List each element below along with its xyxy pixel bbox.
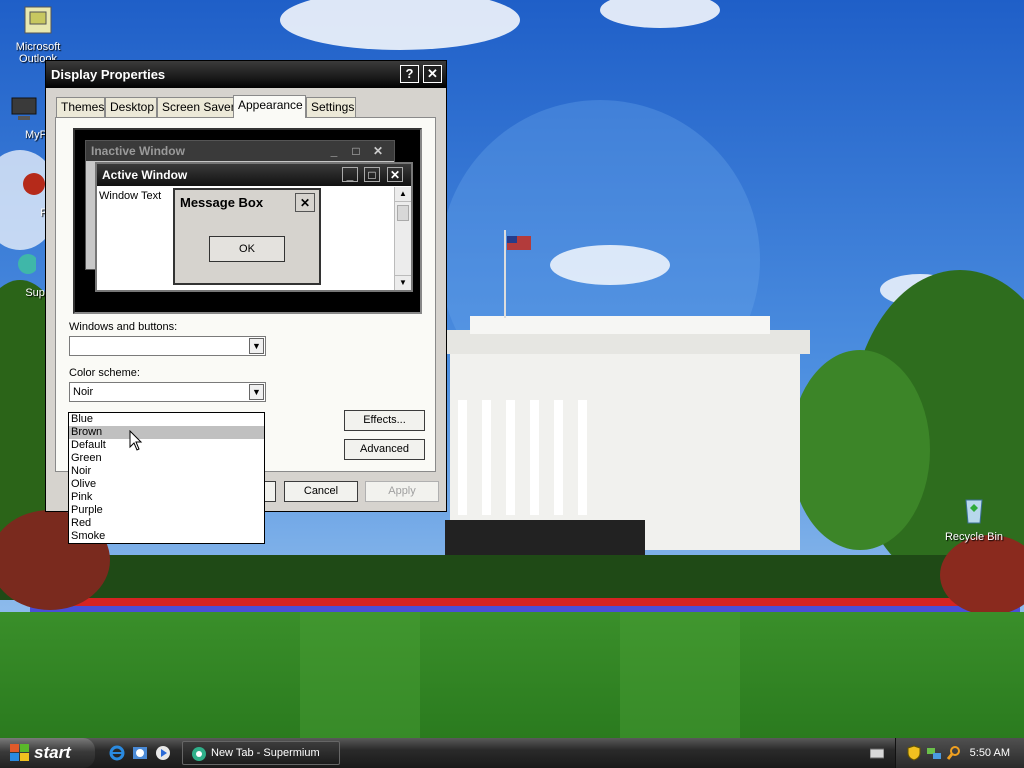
scroll-thumb bbox=[397, 205, 409, 221]
scroll-up-icon: ▲ bbox=[395, 187, 411, 202]
dropdown-option-green[interactable]: Green bbox=[69, 452, 264, 465]
window-title: Display Properties bbox=[51, 67, 166, 82]
desktop-icon-outlook[interactable]: Microsoft Outlook bbox=[0, 4, 76, 65]
keyboard-icon[interactable] bbox=[870, 747, 884, 759]
scroll-down-icon: ▼ bbox=[395, 275, 411, 290]
color-scheme-select[interactable]: Noir ▼ bbox=[69, 382, 266, 402]
preview-scrollbar: ▲ ▼ bbox=[394, 187, 411, 290]
preview-active-title: Active Window bbox=[102, 168, 188, 182]
maximize-icon: □ bbox=[364, 167, 380, 182]
preview-inactive-titlebar: Inactive Window _ □ ✕ bbox=[86, 141, 394, 161]
taskbar-button-label: New Tab - Supermium bbox=[211, 747, 320, 759]
outlook-icon bbox=[24, 6, 52, 34]
dropdown-option-default[interactable]: Default bbox=[69, 439, 264, 452]
tab-screen-saver[interactable]: Screen Saver bbox=[157, 97, 235, 117]
chevron-down-icon[interactable]: ▼ bbox=[249, 338, 264, 354]
help-button[interactable]: ? bbox=[400, 65, 419, 83]
preview-active-titlebar: Active Window _ □ ✕ bbox=[97, 164, 411, 186]
dropdown-option-purple[interactable]: Purple bbox=[69, 504, 264, 517]
search-icon[interactable] bbox=[946, 745, 962, 761]
windows-buttons-label: Windows and buttons: bbox=[69, 321, 178, 333]
media-player-icon[interactable] bbox=[155, 745, 171, 761]
close-icon: ✕ bbox=[372, 144, 384, 158]
color-scheme-label: Color scheme: bbox=[69, 367, 140, 379]
windows-buttons-select[interactable]: ▼ bbox=[69, 336, 266, 356]
preview-window-text: Window Text bbox=[99, 190, 162, 202]
taskbar-button-supermium[interactable]: New Tab - Supermium bbox=[182, 741, 340, 765]
close-icon: ✕ bbox=[295, 193, 315, 212]
close-button[interactable]: ✕ bbox=[423, 65, 442, 83]
dropdown-option-red[interactable]: Red bbox=[69, 517, 264, 530]
dropdown-option-noir[interactable]: Noir bbox=[69, 465, 264, 478]
windows-logo-icon bbox=[10, 744, 29, 761]
clock[interactable]: 5:50 AM bbox=[970, 738, 1010, 768]
effects-button[interactable]: Effects... bbox=[344, 410, 425, 431]
preview-inactive-title: Inactive Window bbox=[91, 144, 185, 158]
tab-themes[interactable]: Themes bbox=[56, 97, 105, 117]
dropdown-option-smoke[interactable]: Smoke bbox=[69, 530, 264, 543]
ball-icon bbox=[23, 173, 45, 195]
security-shield-icon[interactable] bbox=[907, 745, 921, 761]
maximize-icon: □ bbox=[352, 144, 360, 158]
network-icon[interactable] bbox=[926, 745, 942, 761]
dropdown-option-olive[interactable]: Olive bbox=[69, 478, 264, 491]
preview-message-box: Message Box ✕ OK bbox=[173, 188, 321, 285]
computer-icon bbox=[11, 97, 37, 120]
desktop-icon-label: Recycle Bin bbox=[944, 531, 1004, 543]
taskbar: start New Tab - Supermium 5:50 AM bbox=[0, 738, 1024, 768]
dropdown-option-blue[interactable]: Blue bbox=[69, 413, 264, 426]
preview-ok-button: OK bbox=[209, 236, 285, 262]
chevron-down-icon[interactable]: ▼ bbox=[249, 384, 264, 400]
close-icon: ✕ bbox=[427, 66, 438, 81]
color-scheme-value: Noir bbox=[73, 386, 94, 398]
app-icon bbox=[18, 254, 38, 274]
system-tray: 5:50 AM bbox=[895, 738, 1024, 768]
tab-desktop[interactable]: Desktop bbox=[105, 97, 157, 117]
browser-icon bbox=[192, 747, 206, 761]
mouse-cursor-icon bbox=[129, 430, 143, 451]
color-scheme-dropdown[interactable]: Blue Brown Default Green Noir Olive Pink… bbox=[68, 412, 265, 544]
window-titlebar[interactable]: Display Properties ? ✕ bbox=[46, 61, 446, 88]
preview-message-title: Message Box bbox=[180, 195, 264, 210]
minimize-icon: _ bbox=[330, 144, 338, 158]
start-button[interactable]: start bbox=[0, 738, 95, 768]
outlook-express-icon[interactable] bbox=[132, 745, 148, 761]
close-icon: ✕ bbox=[387, 167, 403, 182]
minimize-icon: _ bbox=[342, 167, 358, 182]
cancel-button[interactable]: Cancel bbox=[284, 481, 358, 502]
apply-button[interactable]: Apply bbox=[365, 481, 439, 502]
dropdown-option-brown[interactable]: Brown bbox=[69, 426, 264, 439]
dropdown-option-pink[interactable]: Pink bbox=[69, 491, 264, 504]
advanced-button[interactable]: Advanced bbox=[344, 439, 425, 460]
start-label: start bbox=[34, 743, 71, 762]
internet-explorer-icon[interactable] bbox=[109, 745, 125, 761]
desktop-icon-recycle-bin[interactable]: Recycle Bin bbox=[936, 494, 1012, 543]
tab-settings[interactable]: Settings bbox=[306, 97, 356, 117]
preview-message-titlebar: Message Box ✕ bbox=[175, 190, 319, 216]
appearance-preview: Inactive Window _ □ ✕ Active Window _ □ … bbox=[73, 128, 422, 314]
tab-appearance[interactable]: Appearance bbox=[233, 95, 306, 118]
recycle-bin-icon bbox=[965, 499, 983, 524]
